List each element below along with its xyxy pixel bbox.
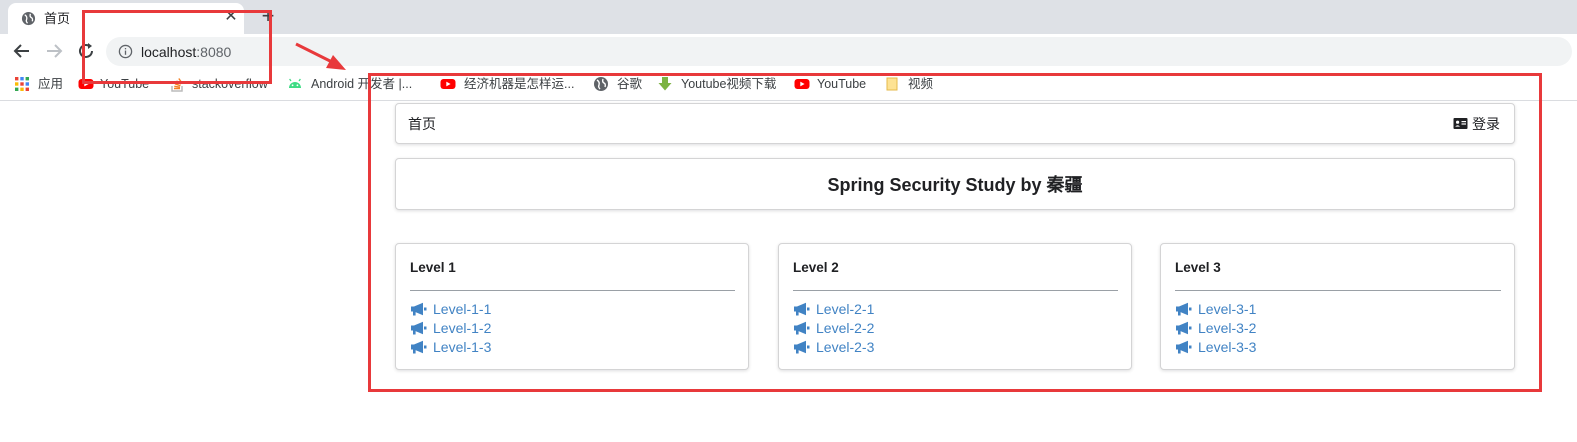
- tab-title: 首页: [44, 11, 71, 26]
- globe-icon: [21, 11, 36, 26]
- bookmark-apps[interactable]: 应用: [38, 76, 63, 93]
- level-link[interactable]: Level-1-2: [433, 320, 491, 337]
- level-link[interactable]: Level-2-2: [816, 320, 874, 337]
- bullhorn-icon: [794, 340, 810, 354]
- divider: [793, 290, 1118, 291]
- login-link[interactable]: 登录: [1472, 116, 1500, 132]
- level-link[interactable]: Level-1-3: [433, 339, 491, 356]
- bookmark-android[interactable]: Android 开发者 |...: [311, 76, 412, 93]
- bookmark-economy-video[interactable]: 经济机器是怎样运...: [464, 76, 574, 93]
- bullhorn-icon: [1176, 340, 1192, 354]
- browser-tab[interactable]: 首页 ✕: [8, 3, 244, 34]
- bookmark-google[interactable]: 谷歌: [617, 76, 642, 93]
- top-menu: 首页 登录: [395, 103, 1515, 144]
- url-text[interactable]: localhost:8080: [141, 44, 231, 60]
- close-icon[interactable]: ✕: [222, 8, 240, 26]
- bookmark-youtube-download[interactable]: Youtube视频下载: [681, 76, 776, 93]
- level-link[interactable]: Level-3-1: [1198, 301, 1256, 318]
- level-title: Level 2: [793, 260, 839, 275]
- page-title: Spring Security Study by 秦疆: [827, 175, 1083, 195]
- forward-arrow-icon[interactable]: [43, 40, 65, 62]
- apps-grid-icon[interactable]: [14, 76, 30, 92]
- bullhorn-icon: [1176, 302, 1192, 316]
- reload-icon[interactable]: [75, 40, 97, 62]
- info-icon[interactable]: [118, 44, 133, 59]
- level-link[interactable]: Level-2-1: [816, 301, 874, 318]
- bullhorn-icon: [411, 340, 427, 354]
- youtube-icon[interactable]: [440, 76, 456, 92]
- level-title: Level 3: [1175, 260, 1221, 275]
- bullhorn-icon: [794, 321, 810, 335]
- divider: [1175, 290, 1501, 291]
- bullhorn-icon: [794, 302, 810, 316]
- stackoverflow-icon[interactable]: [170, 76, 186, 92]
- level-card-3: Level 3 Level-3-1 Level-3-2 Level-3-3: [1160, 243, 1515, 370]
- bookmarks-bar: 应用 YouTube stackoverflow Android 开发者 |..…: [0, 68, 1577, 101]
- globe-icon[interactable]: [593, 76, 609, 92]
- heading-segment: Spring Security Study by 秦疆: [395, 158, 1515, 210]
- youtube-icon[interactable]: [794, 76, 810, 92]
- bullhorn-icon: [1176, 321, 1192, 335]
- address-bar[interactable]: localhost:8080: [106, 37, 1572, 66]
- menu-home-link[interactable]: 首页: [408, 116, 436, 132]
- folder-icon[interactable]: [885, 76, 901, 92]
- bullhorn-icon: [411, 302, 427, 316]
- level-link[interactable]: Level-1-1: [433, 301, 491, 318]
- level-card-2: Level 2 Level-2-1 Level-2-2 Level-2-3: [778, 243, 1132, 370]
- bookmark-stackoverflow[interactable]: stackoverflow: [192, 76, 268, 93]
- new-tab-button[interactable]: +: [257, 4, 279, 28]
- tab-strip: 首页 ✕ +: [0, 0, 1577, 34]
- bookmark-youtube-1[interactable]: YouTube: [100, 76, 149, 93]
- download-icon[interactable]: [657, 76, 673, 92]
- url-host: localhost: [141, 44, 197, 60]
- back-arrow-icon[interactable]: [11, 40, 33, 62]
- level-link[interactable]: Level-3-3: [1198, 339, 1256, 356]
- android-icon[interactable]: [287, 76, 303, 92]
- bullhorn-icon: [411, 321, 427, 335]
- bookmark-folder-video[interactable]: 视频: [908, 76, 933, 93]
- id-card-icon[interactable]: [1453, 117, 1468, 130]
- youtube-icon[interactable]: [78, 76, 94, 92]
- url-port: :8080: [196, 44, 232, 60]
- level-title: Level 1: [410, 260, 456, 275]
- browser-toolbar: localhost:8080: [0, 34, 1577, 68]
- level-link[interactable]: Level-3-2: [1198, 320, 1256, 337]
- bookmark-youtube-2[interactable]: YouTube: [817, 76, 866, 93]
- divider: [410, 290, 735, 291]
- level-link[interactable]: Level-2-3: [816, 339, 874, 356]
- level-card-1: Level 1 Level-1-1 Level-1-2 Level-1-3: [395, 243, 749, 370]
